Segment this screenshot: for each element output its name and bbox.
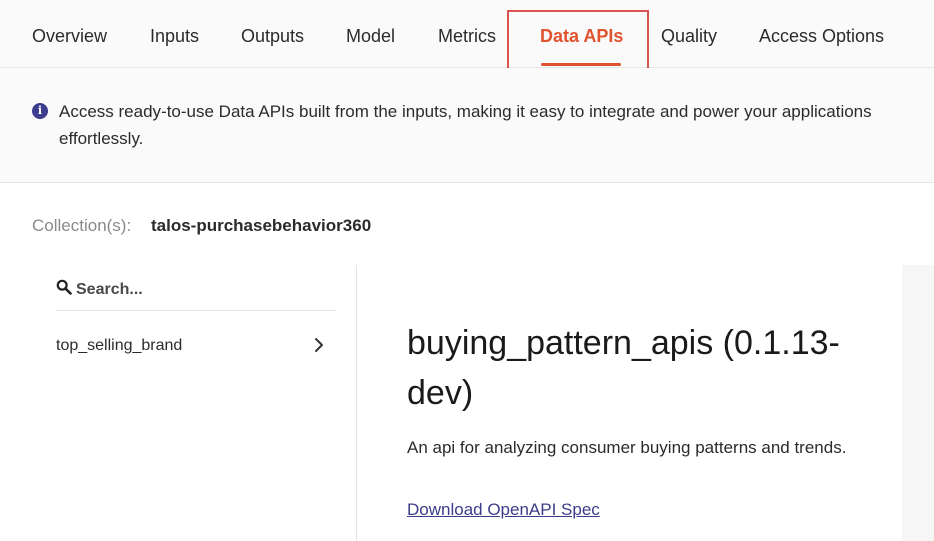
info-icon: i [32, 103, 48, 119]
chevron-right-icon [315, 338, 323, 352]
info-text: Access ready-to-use Data APIs built from… [59, 102, 872, 148]
scroll-gutter [902, 265, 934, 541]
list-item-label: top_selling_brand [56, 337, 183, 354]
collection-label: Collection(s): [32, 216, 132, 235]
tab-access-options[interactable]: Access Options [759, 26, 884, 47]
api-title: buying_pattern_apis (0.1.13-dev) [407, 324, 840, 412]
tab-model[interactable]: Model [346, 26, 395, 47]
tab-inputs[interactable]: Inputs [150, 26, 199, 47]
download-openapi-link[interactable]: Download OpenAPI Spec [407, 500, 600, 520]
tab-metrics[interactable]: Metrics [438, 26, 496, 47]
tab-overview[interactable]: Overview [32, 26, 107, 47]
tab-bar: Overview Inputs Outputs Model Metrics Da… [0, 0, 934, 68]
search-input[interactable] [76, 279, 326, 301]
search-bar [56, 272, 336, 311]
collection-value: talos-purchasebehavior360 [151, 216, 372, 235]
tab-outputs[interactable]: Outputs [241, 26, 304, 47]
panel-divider [356, 265, 357, 541]
api-description: An api for analyzing consumer buying pat… [407, 438, 847, 457]
list-item-top-selling-brand[interactable]: top_selling_brand [56, 332, 336, 360]
search-icon [56, 279, 72, 295]
tab-quality[interactable]: Quality [661, 26, 717, 47]
